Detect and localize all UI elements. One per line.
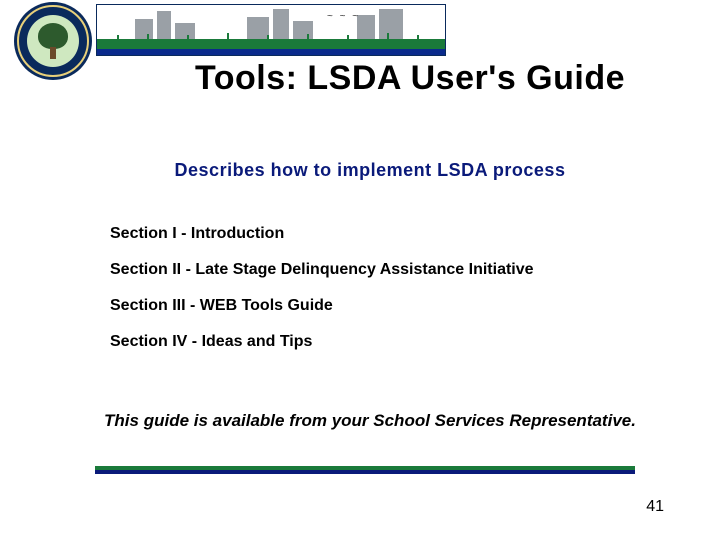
footer-note: This guide is available from your School… bbox=[100, 410, 640, 432]
department-seal-icon bbox=[14, 2, 92, 80]
slide-subtitle: Describes how to implement LSDA process bbox=[120, 160, 620, 181]
section-list: Section I - Introduction Section II - La… bbox=[110, 225, 630, 369]
list-item: Section III - WEB Tools Guide bbox=[110, 297, 630, 315]
page-number: 41 bbox=[646, 498, 664, 516]
divider-bar bbox=[95, 466, 635, 476]
list-item: Section II - Late Stage Delinquency Assi… bbox=[110, 261, 630, 279]
skyline-banner-icon: ~ ~ ~ bbox=[96, 4, 446, 56]
list-item: Section I - Introduction bbox=[110, 225, 630, 243]
slide-title: Tools: LSDA User's Guide bbox=[170, 60, 650, 97]
list-item: Section IV - Ideas and Tips bbox=[110, 333, 630, 351]
